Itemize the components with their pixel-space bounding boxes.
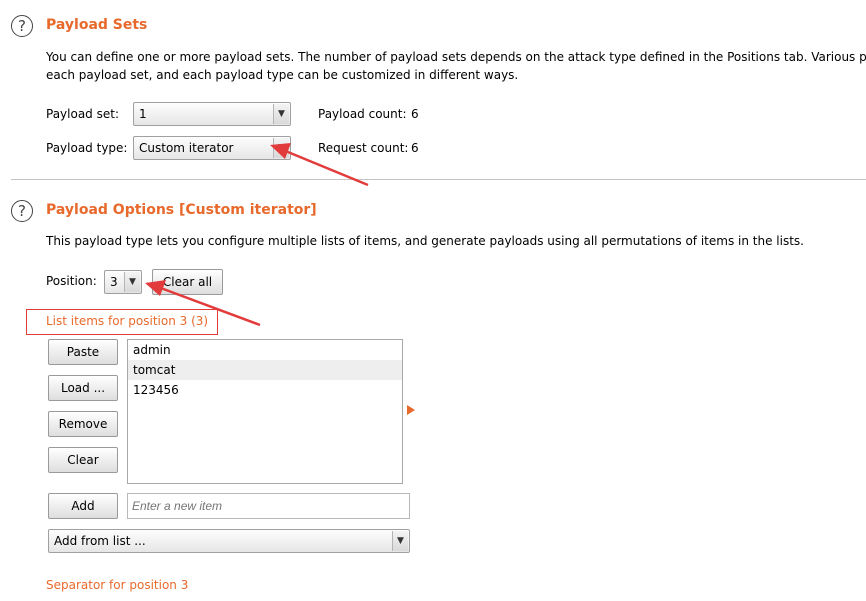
annotation-arrow <box>145 280 261 327</box>
annotation-arrow <box>270 143 369 187</box>
annotation-arrows <box>145 143 369 327</box>
